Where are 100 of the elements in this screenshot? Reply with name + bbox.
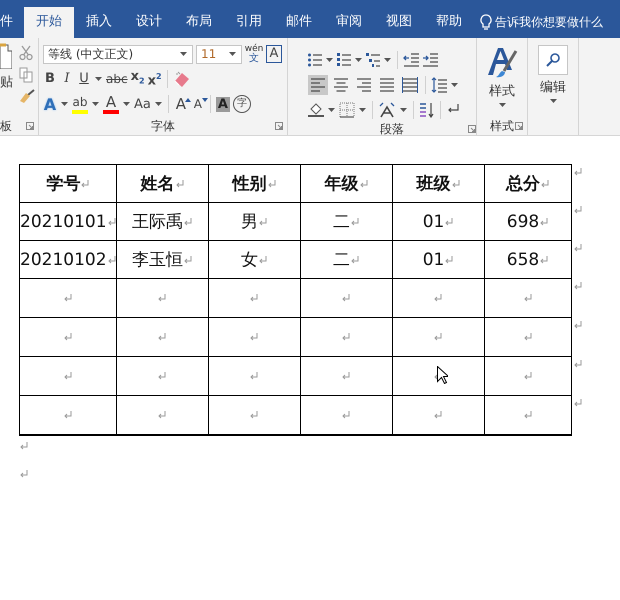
paragraph-mark-icon (434, 410, 442, 419)
caret-icon[interactable] (328, 108, 335, 112)
font-color-button[interactable]: A (103, 94, 119, 114)
bulleted-list-icon[interactable] (308, 52, 322, 68)
column-header: 性别 (232, 173, 267, 195)
character-border-button[interactable]: A (266, 45, 282, 63)
paint-bucket-icon[interactable] (308, 102, 324, 118)
caret-icon[interactable] (180, 52, 187, 56)
paragraph-mark-icon (540, 256, 548, 264)
paragraph-mark-icon (524, 372, 532, 380)
caret-icon[interactable] (95, 77, 102, 81)
scissors-icon[interactable] (19, 45, 33, 61)
paragraph-mark-icon (342, 410, 350, 419)
caret-icon[interactable] (92, 102, 99, 106)
distributed-button[interactable] (400, 75, 420, 95)
column-header: 姓名 (140, 173, 175, 195)
caret-icon[interactable] (451, 83, 458, 87)
paragraph-mark-icon (259, 218, 268, 226)
enclose-character-button[interactable]: 字 (232, 95, 251, 113)
copy-icon[interactable] (19, 67, 33, 83)
dialog-launcher-icon[interactable] (26, 122, 34, 130)
paragraph-mark-icon (158, 294, 166, 302)
caret-icon[interactable] (61, 102, 68, 106)
paragraph-mark-icon (524, 410, 532, 419)
asian-layout-icon[interactable] (378, 102, 396, 118)
align-left-icon (310, 77, 326, 93)
decrease-indent-icon[interactable] (403, 53, 419, 67)
italic-button[interactable]: I (60, 70, 74, 88)
caret-icon[interactable] (154, 102, 162, 106)
styles-button[interactable]: 样式 (481, 43, 523, 107)
ribbon-tab[interactable]: 帮助 (424, 7, 474, 38)
eraser-icon[interactable] (172, 71, 191, 87)
align-left-button[interactable] (308, 75, 328, 95)
ribbon-tab[interactable]: 审阅 (324, 7, 374, 38)
paragraph-mark-icon (158, 410, 166, 419)
group-label: 样式 (490, 118, 514, 134)
borders-icon[interactable] (339, 102, 355, 118)
caret-icon[interactable] (498, 103, 506, 107)
change-case-button[interactable]: Aa (134, 96, 151, 112)
lightbulb-icon[interactable] (480, 14, 492, 31)
grow-font-button[interactable]: A (174, 96, 188, 112)
paragraph-mark-icon (176, 180, 184, 188)
dialog-launcher-icon[interactable] (468, 125, 476, 133)
paragraph-mark-icon (250, 333, 258, 341)
group-label: 板 (0, 118, 12, 134)
highlight-button[interactable]: ab (72, 94, 88, 114)
dialog-launcher-icon[interactable] (275, 122, 283, 130)
ribbon-tab[interactable]: 邮件 (274, 7, 324, 38)
caret-icon[interactable] (229, 52, 236, 56)
ribbon-tab[interactable]: 视图 (374, 7, 424, 38)
font-name-dropdown[interactable]: 等线 (中文正文) (43, 44, 193, 64)
font-size-dropdown[interactable]: 11 (196, 44, 242, 64)
dialog-launcher-icon[interactable] (515, 122, 523, 130)
bold-button[interactable]: B (43, 70, 57, 88)
paste-icon[interactable] (0, 43, 12, 69)
tell-me-search[interactable]: 告诉我你想要做什么 (495, 14, 603, 31)
line-spacing-icon[interactable] (431, 77, 447, 93)
paragraph-mark-icon (268, 180, 276, 188)
character-shading-button[interactable]: A (216, 96, 230, 112)
ribbon-tab[interactable]: 插入 (74, 7, 124, 38)
table-cell-text: 二 (333, 211, 350, 233)
numbered-list-icon[interactable] (337, 52, 351, 68)
paragraph-mark-icon (184, 256, 192, 264)
subscript-button[interactable]: x$_{2}$ (130, 68, 145, 90)
caret-icon[interactable] (355, 58, 362, 62)
table-cell-text: 二 (333, 249, 350, 271)
paragraph-mark-icon (434, 333, 442, 341)
multilevel-list-icon[interactable] (366, 52, 380, 68)
phonetic-guide-button[interactable]: wén 文 (245, 45, 263, 63)
ribbon-tab[interactable]: 设计 (124, 7, 174, 38)
paste-label[interactable]: 贴 (0, 73, 13, 91)
group-label: 段落 (380, 121, 404, 138)
paragraph-mark-icon (64, 410, 72, 419)
paragraph-mark-icon (574, 244, 582, 252)
ribbon-tab[interactable]: 引用 (224, 7, 274, 38)
paragraph-mark-icon (434, 294, 442, 302)
align-center-icon (333, 77, 349, 93)
caret-icon[interactable] (326, 58, 333, 62)
increase-indent-icon[interactable] (422, 53, 438, 67)
ribbon-tab[interactable]: 布局 (174, 7, 224, 38)
ribbon-tab[interactable]: 件 (0, 7, 24, 38)
ribbon-tab[interactable]: 开始 (24, 7, 74, 38)
paintbrush-icon[interactable] (19, 89, 35, 103)
caret-icon[interactable] (359, 108, 366, 112)
caret-icon[interactable] (400, 108, 407, 112)
superscript-button[interactable]: x$^{2}$ (148, 68, 162, 90)
strikethrough-button[interactable]: abc (106, 70, 128, 88)
paragraph-mark-icon (184, 218, 192, 226)
caret-icon[interactable] (384, 58, 391, 62)
table-cell-text: 女 (241, 249, 258, 271)
editing-button[interactable]: 编辑 (532, 43, 574, 103)
table-cell: 698 (506, 212, 540, 232)
text-effects-button[interactable]: A (43, 96, 57, 112)
caret-icon[interactable] (550, 99, 556, 103)
caret-icon[interactable] (123, 102, 130, 106)
justify-icon (379, 77, 395, 93)
paragraph-mark-icon (540, 218, 548, 226)
paragraph-mark-icon (524, 294, 532, 302)
sort-icon[interactable] (419, 102, 435, 118)
underline-button[interactable]: U (77, 70, 91, 88)
